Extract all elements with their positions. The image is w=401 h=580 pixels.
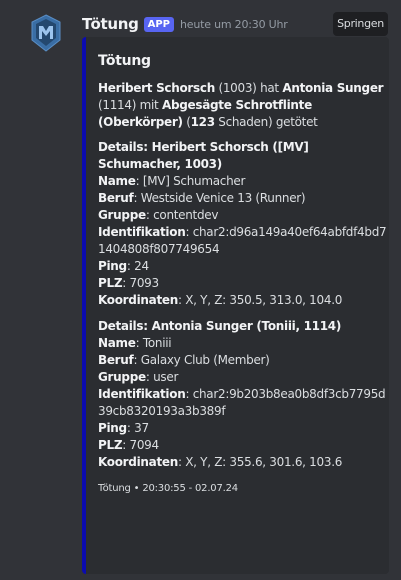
field-row-name: Name: Toniii	[98, 336, 172, 350]
field-row-name: Name: [MV] Schumacher	[98, 174, 246, 188]
field-row-coordinates: Koordinaten: X, Y, Z: 355.6, 301.6, 103.…	[98, 455, 343, 469]
message-header: Tötung APP heute um 20:30 Uhr	[82, 13, 288, 35]
username[interactable]: Tötung	[82, 15, 139, 33]
embed-card: Tötung Heribert Schorsch (1003) hat Anto…	[82, 37, 389, 574]
field-row-ping: Ping: 37	[98, 421, 149, 435]
field-row-job: Beruf: Westside Venice 13 (Runner)	[98, 191, 306, 205]
damage-open: (	[182, 115, 191, 129]
field-row-job: Beruf: Galaxy Club (Member)	[98, 353, 270, 367]
field-row-coordinates: Koordinaten: X, Y, Z: 350.5, 313.0, 104.…	[98, 293, 343, 307]
embed-field-killer: Details: Heribert Schorsch ([MV] Schumac…	[98, 139, 388, 309]
killer-name: Heribert Schorsch	[98, 81, 215, 95]
field-title: Details: Antonia Sunger (Toniii, 1114)	[98, 319, 341, 333]
damage-value: 123	[190, 115, 215, 129]
field-row-group: Gruppe: user	[98, 370, 179, 384]
message-timestamp: heute um 20:30 Uhr	[180, 17, 288, 31]
victim-name: Antonia Sunger	[282, 81, 384, 95]
victim-id-text: (1114) mit	[98, 98, 162, 112]
bot-avatar-icon[interactable]	[30, 14, 62, 52]
field-title: Details: Heribert Schorsch ([MV] Schumac…	[98, 140, 309, 171]
embed-description: Heribert Schorsch (1003) hat Antonia Sun…	[98, 80, 388, 131]
field-row-group: Gruppe: contentdev	[98, 208, 219, 222]
field-row-identifier: Identifikation: char2:d96a149a40ef64abfd…	[98, 225, 387, 256]
field-row-plz: PLZ: 7093	[98, 276, 159, 290]
field-row-identifier: Identifikation: char2:9b203b8ea0b8df3cb7…	[98, 387, 386, 418]
field-row-ping: Ping: 24	[98, 259, 149, 273]
embed-field-victim: Details: Antonia Sunger (Toniii, 1114) N…	[98, 318, 388, 471]
damage-suffix: Schaden) getötet	[214, 115, 318, 129]
jump-button[interactable]: Springen	[333, 12, 388, 36]
killer-id-text: (1003) hat	[214, 81, 283, 95]
embed-body: Tötung Heribert Schorsch (1003) hat Anto…	[98, 53, 388, 497]
embed-footer: Tötung • 20:30:55 - 02.07.24	[98, 483, 238, 494]
field-row-plz: PLZ: 7094	[98, 438, 159, 452]
embed-title: Tötung	[98, 53, 151, 69]
app-badge: APP	[143, 16, 175, 32]
